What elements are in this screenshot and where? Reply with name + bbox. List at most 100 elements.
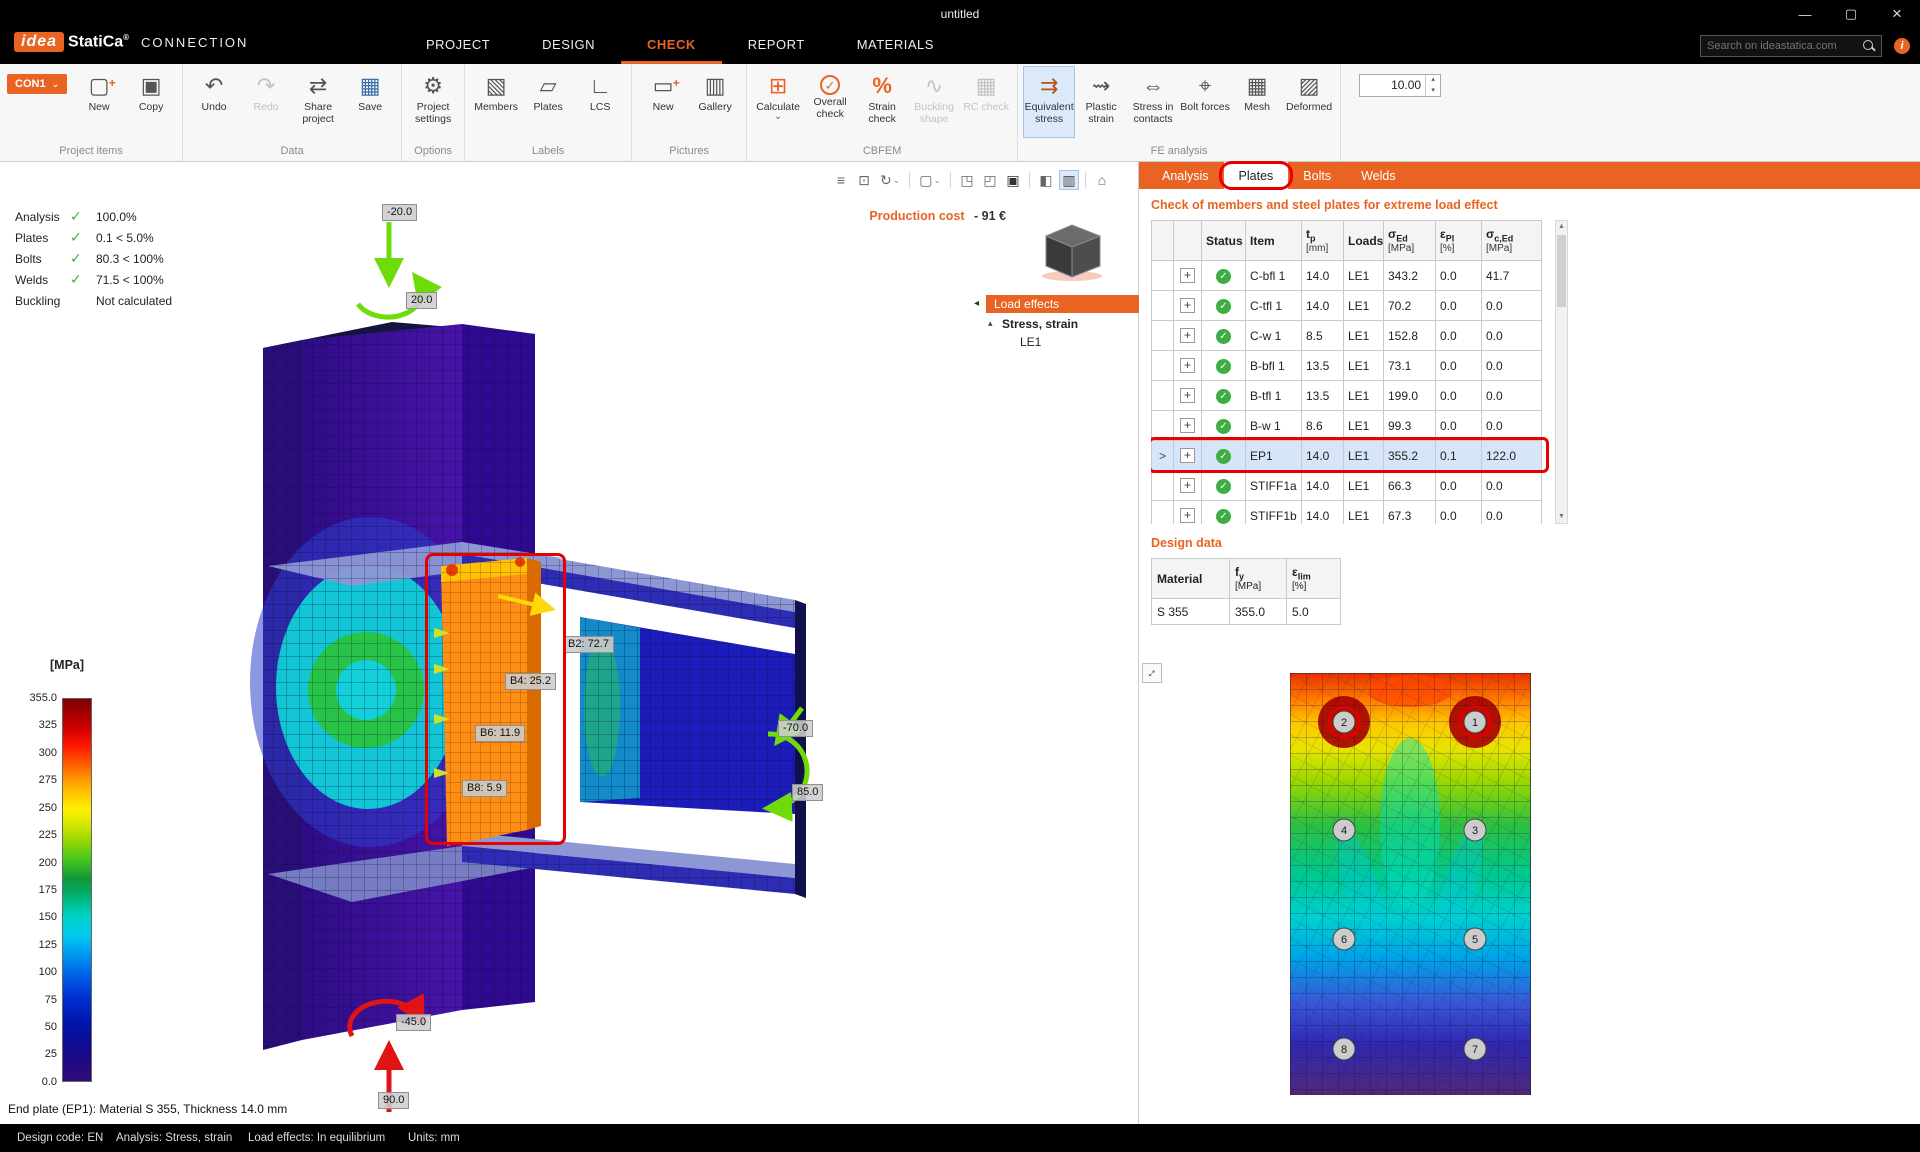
home-view-icon[interactable]: ⌂ xyxy=(1092,170,1112,190)
scene-list-icon[interactable]: ≡ xyxy=(831,170,851,190)
table-row[interactable]: + ✓ B-tfl 1 13.5 LE1 199.0 0.0 0.0 xyxy=(1152,381,1542,411)
row-expand-arrow[interactable] xyxy=(1152,411,1174,441)
row-add-button[interactable]: + xyxy=(1174,351,1202,381)
copy-button[interactable]: ▣ Copy xyxy=(125,66,177,138)
gallery-button[interactable]: ▥ Gallery xyxy=(689,66,741,138)
col-sigma-ced: σc,Ed[MPa] xyxy=(1482,221,1542,261)
bolt-forces-button[interactable]: ⌖ Bolt forces xyxy=(1179,66,1231,138)
stress-in-contacts-button[interactable]: ⇔ Stress in contacts xyxy=(1127,66,1179,138)
strain-check-button[interactable]: % Strain check xyxy=(856,66,908,138)
table-scrollbar[interactable]: ▲ ▼ xyxy=(1555,220,1568,524)
tree-item-stress-strain[interactable]: ▴ Stress, strain xyxy=(986,313,1139,331)
3d-viewport[interactable]: Analysis ✓ 100.0% Plates ✓ 0.1 < 5.0% Bo… xyxy=(0,162,1139,1124)
split-view-icon[interactable]: ▥ xyxy=(1059,170,1079,190)
scroll-up-icon[interactable]: ▲ xyxy=(1556,221,1567,233)
equivalent-stress-button[interactable]: ⇉ Equivalent stress xyxy=(1023,66,1075,138)
new-picture-button[interactable]: ▭+ New xyxy=(637,66,689,138)
undo-button[interactable]: ↶ Undo xyxy=(188,66,240,138)
zoom-fit-icon[interactable]: ⊡ xyxy=(854,170,874,190)
isometric-view-icon[interactable]: ◳ xyxy=(957,170,977,190)
tab-bolts[interactable]: Bolts xyxy=(1288,162,1346,189)
save-button[interactable]: ▦ Save xyxy=(344,66,396,138)
expand-view-button[interactable]: ↕ xyxy=(1142,663,1162,683)
production-cost-value: - 91 € xyxy=(974,209,1006,223)
plastic-strain-button[interactable]: ⇝ Plastic strain xyxy=(1075,66,1127,138)
row-add-button[interactable]: + xyxy=(1174,441,1202,471)
end-plate-ep1[interactable] xyxy=(441,557,541,846)
scrollbar-thumb[interactable] xyxy=(1557,235,1566,307)
tree-item-le1[interactable]: LE1 xyxy=(986,331,1139,349)
section-view-icon[interactable]: ◧ xyxy=(1036,170,1056,190)
crop-view-icon[interactable]: ▢⌄ xyxy=(916,170,944,190)
check-mark-icon: ✓ xyxy=(70,271,96,288)
navigation-cube[interactable] xyxy=(1034,220,1110,285)
project-settings-button[interactable]: ⚙ Project settings xyxy=(407,66,459,138)
row-add-button[interactable]: + xyxy=(1174,321,1202,351)
spinner-down-icon[interactable]: ▾ xyxy=(1426,86,1440,97)
table-row[interactable]: + ✓ C-bfl 1 14.0 LE1 343.2 0.0 41.7 xyxy=(1152,261,1542,291)
close-icon[interactable]: × xyxy=(1874,0,1920,28)
menu-check[interactable]: CHECK xyxy=(621,28,722,64)
tab-analysis[interactable]: Analysis xyxy=(1147,162,1224,189)
mesh-button[interactable]: ▦ Mesh xyxy=(1231,66,1283,138)
table-row[interactable]: + ✓ B-w 1 8.6 LE1 99.3 0.0 0.0 xyxy=(1152,411,1542,441)
members-toggle-button[interactable]: ▧ Members xyxy=(470,66,522,138)
row-add-button[interactable]: + xyxy=(1174,501,1202,525)
row-expand-arrow[interactable] xyxy=(1152,321,1174,351)
menu-project[interactable]: PROJECT xyxy=(400,28,516,64)
equivalent-stress-icon: ⇉ xyxy=(1040,72,1058,100)
overall-check-button[interactable]: ✓ Overall check xyxy=(804,66,856,138)
share-project-button[interactable]: ⇄ Share project xyxy=(292,66,344,138)
row-expand-arrow[interactable] xyxy=(1152,471,1174,501)
maximize-icon[interactable]: ▢ xyxy=(1828,0,1874,28)
menu-report[interactable]: REPORT xyxy=(722,28,831,64)
rotate-view-icon[interactable]: ↻⌄ xyxy=(877,170,903,190)
table-row[interactable]: + ✓ STIFF1b 14.0 LE1 67.3 0.0 0.0 xyxy=(1152,501,1542,525)
row-expand-arrow[interactable] xyxy=(1152,501,1174,525)
row-epsilon-pl: 0.0 xyxy=(1436,261,1482,291)
scroll-down-icon[interactable]: ▼ xyxy=(1556,511,1567,523)
collapse-arrow-icon[interactable]: ◂ xyxy=(974,298,979,309)
deformed-button[interactable]: ▨ Deformed xyxy=(1283,66,1335,138)
minimize-icon[interactable]: — xyxy=(1782,0,1828,28)
row-expand-arrow[interactable] xyxy=(1152,381,1174,411)
tree-header-load-effects[interactable]: ◂ Load effects xyxy=(986,295,1139,313)
row-epsilon-pl: 0.0 xyxy=(1436,501,1482,525)
legend-tick: 100 xyxy=(16,966,57,978)
deformed-scale-spinner[interactable]: 10.00 ▴ ▾ xyxy=(1359,74,1441,97)
spinner-up-icon[interactable]: ▴ xyxy=(1426,75,1440,86)
table-row[interactable]: + ✓ C-w 1 8.5 LE1 152.8 0.0 0.0 xyxy=(1152,321,1542,351)
table-row[interactable]: + ✓ STIFF1a 14.0 LE1 66.3 0.0 0.0 xyxy=(1152,471,1542,501)
expand-arrow-icon[interactable]: ▴ xyxy=(988,318,993,329)
plate-detail-view[interactable]: ↕ xyxy=(1139,651,1920,1124)
row-add-button[interactable]: + xyxy=(1174,411,1202,441)
row-add-button[interactable]: + xyxy=(1174,291,1202,321)
search-icon[interactable] xyxy=(1861,38,1877,54)
row-expand-arrow[interactable] xyxy=(1152,261,1174,291)
plates-toggle-button[interactable]: ▱ Plates xyxy=(522,66,574,138)
row-add-button[interactable]: + xyxy=(1174,471,1202,501)
tab-plates[interactable]: Plates xyxy=(1224,162,1289,189)
solid-view-icon[interactable]: ▣ xyxy=(1003,170,1023,190)
table-row[interactable]: + ✓ B-bfl 1 13.5 LE1 73.1 0.0 0.0 xyxy=(1152,351,1542,381)
row-expand-arrow[interactable] xyxy=(1152,291,1174,321)
new-project-item-button[interactable]: ▢+ New xyxy=(73,66,125,138)
search-input[interactable] xyxy=(1701,40,1861,52)
calculate-button[interactable]: ⊞ Calculate ⌄ xyxy=(752,66,804,138)
table-row[interactable]: > + ✓ EP1 14.0 LE1 355.2 0.1 122.0 xyxy=(1152,441,1542,471)
plate-stress-map[interactable]: 1 2 3 4 5 6 7 8 xyxy=(1290,673,1531,1095)
row-add-button[interactable]: + xyxy=(1174,381,1202,411)
row-expand-arrow[interactable]: > xyxy=(1152,441,1174,471)
table-row[interactable]: + ✓ C-tfl 1 14.0 LE1 70.2 0.0 0.0 xyxy=(1152,291,1542,321)
row-add-button[interactable]: + xyxy=(1174,261,1202,291)
con1-dropdown[interactable]: CON1⌄ xyxy=(7,74,67,94)
lcs-toggle-button[interactable]: ∟ LCS xyxy=(574,66,626,138)
tab-welds[interactable]: Welds xyxy=(1346,162,1411,189)
status-ok-icon: ✓ xyxy=(1216,269,1231,284)
info-icon[interactable]: i xyxy=(1894,38,1910,54)
row-sigma-ed: 152.8 xyxy=(1384,321,1436,351)
menu-materials[interactable]: MATERIALS xyxy=(831,28,960,64)
row-expand-arrow[interactable] xyxy=(1152,351,1174,381)
front-view-icon[interactable]: ◰ xyxy=(980,170,1000,190)
menu-design[interactable]: DESIGN xyxy=(516,28,621,64)
